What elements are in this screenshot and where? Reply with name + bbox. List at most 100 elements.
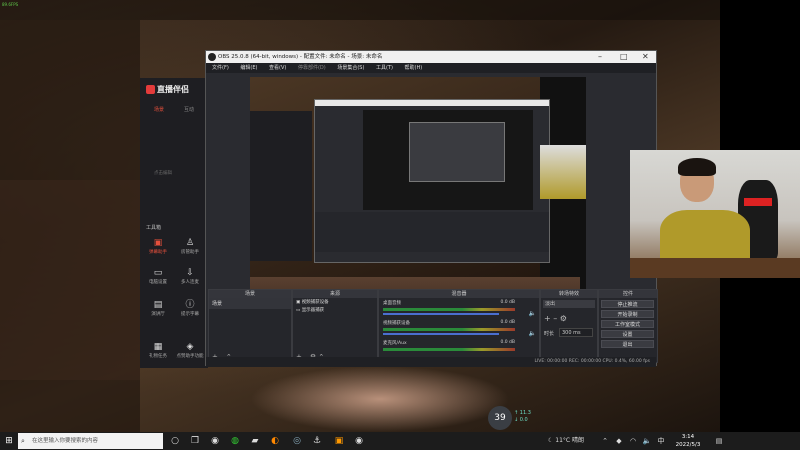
- tray-app-icon[interactable]: ◆: [612, 434, 626, 448]
- scene-item[interactable]: 场景: [209, 298, 291, 309]
- tray-chevron-icon[interactable]: ⌃: [598, 434, 612, 448]
- volume-slider[interactable]: [383, 313, 500, 315]
- taskbar-search[interactable]: ⌕ 在这里输入你要搜索的内容: [18, 433, 163, 449]
- sources-dock: 来源 ▣ 视频捕获设备 ▭ 显示器捕获 + – ⚙ ⌃ ⌄: [292, 289, 378, 363]
- scenes-dock-title: 场景: [209, 290, 291, 298]
- windows-start-icon[interactable]: ⊞: [0, 432, 18, 450]
- menu-view[interactable]: 查看(V): [269, 65, 286, 71]
- download-icon: ⇩: [186, 268, 194, 278]
- menu-file[interactable]: 文件(F): [212, 65, 229, 71]
- game-icon[interactable]: ⚓: [310, 434, 324, 448]
- obs-taskbar-icon[interactable]: ◉: [208, 434, 222, 448]
- live-assistant-panel: 直播伴侣 场景 互动 点击编辑 工具箱 ▣ 弹幕助手 ♙ 房管助手 ▭ 电脑设置 ⇩ 多…: [140, 78, 208, 368]
- mixer-dock-title: 混音器: [379, 290, 539, 298]
- obs-title: OBS 25.0.8 (64-bit, windows) - 配置文件: 未命名…: [218, 54, 383, 60]
- menu-scene-collection[interactable]: 场景集合(S): [337, 65, 364, 71]
- volume-icon[interactable]: 🔈: [640, 434, 654, 448]
- add-transition-icon[interactable]: +: [544, 314, 551, 323]
- mixer-dock: 混音器 桌面音频 0.0 dB 视频捕获设备 0.0 dB 麦克风/Aux 0.0 d…: [378, 289, 540, 363]
- menu-docks[interactable]: 停靠部件(D): [298, 65, 326, 71]
- studio-mode-button[interactable]: 工作室模式: [601, 320, 654, 328]
- tool-lecture[interactable]: ▤ 演讲厅: [144, 300, 172, 317]
- obs-statusbar: LIVE: 00:00:00 REC: 00:00:00 CPU: 0.4%, …: [206, 357, 656, 367]
- transition-select[interactable]: 淡出: [543, 300, 595, 308]
- minimize-icon[interactable]: –: [598, 51, 602, 63]
- tool-pc-settings[interactable]: ▭ 电脑设置: [144, 268, 172, 285]
- search-icon: ⌕: [21, 437, 25, 445]
- app-icon[interactable]: ▰: [248, 434, 262, 448]
- transition-settings-icon[interactable]: ⚙: [560, 314, 567, 323]
- volume-meter: [383, 308, 515, 311]
- camera-icon: ▣: [153, 238, 163, 248]
- remove-transition-icon[interactable]: –: [553, 314, 557, 323]
- tab-scene[interactable]: 场景: [154, 106, 164, 113]
- ceiling-beam: [0, 0, 720, 20]
- obs-icon-2[interactable]: ◉: [352, 434, 366, 448]
- controls-dock-title: 控件: [599, 290, 657, 298]
- steam-icon[interactable]: ◎: [290, 434, 304, 448]
- taskbar: ⊞ ⌕ 在这里输入你要搜索的内容 ○ ❐ ◉ ◍ ▰ ◐ ◎ ⚓ ▣ ◉ ☾ 1…: [0, 432, 800, 450]
- tool-gift[interactable]: ▦ 礼物任务: [144, 342, 172, 359]
- fps-badge: 39: [488, 406, 512, 430]
- menu-tools[interactable]: 工具(T): [376, 65, 393, 71]
- stop-streaming-button[interactable]: 停止推流: [601, 300, 654, 308]
- scene-hint: 点击编辑: [154, 171, 172, 176]
- duration-label: 时长: [544, 331, 555, 337]
- menu-edit[interactable]: 编辑(E): [240, 65, 257, 71]
- obs-window: OBS 25.0.8 (64-bit, windows) - 配置文件: 未命名…: [205, 50, 658, 367]
- nested-preview: [363, 110, 533, 210]
- exit-button[interactable]: 退出: [601, 340, 654, 348]
- nested-docks: [315, 212, 549, 252]
- maximize-icon[interactable]: □: [620, 51, 628, 63]
- nested-obs-window: [314, 99, 550, 263]
- tool-admin[interactable]: ♙ 房管助手: [176, 238, 204, 255]
- tool-multi-mic[interactable]: ⇩ 多人连麦: [176, 268, 204, 285]
- tool-subtitle[interactable]: ⓘ 提示字幕: [176, 300, 204, 317]
- mixer-channel: 麦克风/Aux 0.0 dB: [383, 340, 515, 351]
- browser-icon[interactable]: ◐: [268, 434, 282, 448]
- transitions-dock-title: 转场特效: [541, 290, 597, 298]
- weather-widget[interactable]: ☾ 11°C 晴朗: [548, 432, 584, 450]
- gift-icon: ▦: [153, 342, 163, 352]
- source-item[interactable]: ▣ 视频捕获设备: [293, 298, 377, 306]
- speaker-icon[interactable]: 🔈: [529, 310, 536, 317]
- wifi-icon[interactable]: ◠: [626, 434, 640, 448]
- sources-dock-title: 来源: [293, 290, 377, 298]
- transitions-dock: 转场特效 淡出 + – ⚙ 时长 300 ms: [540, 289, 598, 363]
- close-icon[interactable]: ✕: [642, 51, 649, 63]
- tool-like[interactable]: ◈ 点赞助手功能: [176, 342, 204, 359]
- duration-input[interactable]: 300 ms: [559, 328, 593, 337]
- obs-titlebar: OBS 25.0.8 (64-bit, windows) - 配置文件: 未命名…: [206, 51, 656, 63]
- nested-preview-2: [409, 122, 505, 182]
- menu-help[interactable]: 帮助(H): [405, 65, 423, 71]
- nested-titlebar: [315, 100, 549, 106]
- ime-icon[interactable]: 中: [654, 434, 668, 448]
- webcam-overlay: [630, 150, 800, 278]
- board-icon: ▤: [153, 300, 163, 310]
- info-icon: ⓘ: [185, 300, 195, 310]
- taskbar-clock[interactable]: 3:14 2022/5/3: [668, 433, 708, 449]
- tool-danmu[interactable]: ▣ 弹幕助手: [144, 238, 172, 255]
- volume-meter: [383, 348, 515, 351]
- controller-icon: ◈: [186, 342, 194, 352]
- source-item[interactable]: ▭ 显示器捕获: [293, 306, 377, 314]
- live-assistant-icon[interactable]: ▣: [332, 434, 346, 448]
- person-hair: [678, 158, 716, 176]
- volume-slider[interactable]: [383, 333, 500, 335]
- wechat-icon[interactable]: ◍: [228, 434, 242, 448]
- cortana-icon[interactable]: ○: [168, 434, 182, 448]
- obs-logo-icon: [208, 53, 216, 61]
- fps-counter: 89.6FPS: [2, 2, 19, 7]
- toolbox-title: 工具箱: [146, 225, 162, 231]
- tab-interact[interactable]: 互动: [184, 106, 194, 113]
- settings-button[interactable]: 设置: [601, 330, 654, 338]
- player-hands: [250, 366, 510, 432]
- network-stats: ↑ 11.3 ↓ 0.0: [514, 410, 531, 423]
- speaker-icon[interactable]: 🔈: [529, 330, 536, 337]
- start-recording-button[interactable]: 开始录制: [601, 310, 654, 318]
- nested-webcam: [540, 145, 586, 199]
- assistant-logo: 直播伴侣: [146, 84, 189, 95]
- task-view-icon[interactable]: ❐: [188, 434, 202, 448]
- monitor-icon: ▭: [153, 268, 163, 278]
- notification-icon[interactable]: ▤: [712, 434, 726, 448]
